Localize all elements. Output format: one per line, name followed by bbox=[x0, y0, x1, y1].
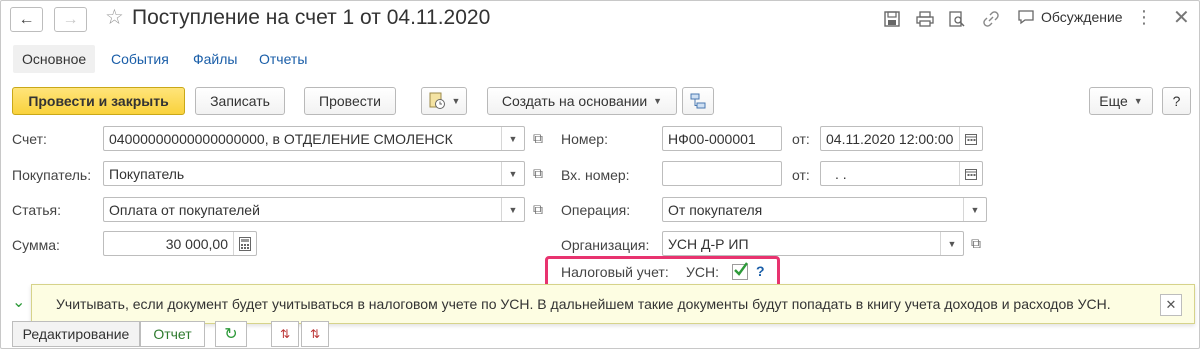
in-date-value: . . bbox=[835, 165, 847, 182]
account-value: 04000000000000000000, в ОТДЕЛЕНИЕ СМОЛЕН… bbox=[109, 130, 453, 147]
post-and-close-button[interactable]: Провести и закрыть bbox=[12, 87, 185, 115]
chevron-down-icon[interactable]: ▼ bbox=[940, 232, 963, 255]
in-date-field[interactable]: . . bbox=[820, 161, 983, 186]
edit-button[interactable]: Редактирование bbox=[12, 321, 140, 347]
chevron-down-icon[interactable]: ▼ bbox=[501, 198, 524, 221]
page-title: Поступление на счет 1 от 04.11.2020 bbox=[132, 6, 491, 29]
article-value: Оплата от покупателей bbox=[109, 201, 260, 218]
sum-label: Сумма: bbox=[12, 237, 60, 253]
chevron-down-icon[interactable]: ▼ bbox=[501, 127, 524, 150]
chevron-down-icon: ▼ bbox=[451, 96, 461, 106]
refresh-button[interactable]: ↻ bbox=[215, 321, 247, 347]
operation-value: От покупателя bbox=[668, 201, 763, 218]
chevron-down-icon[interactable]: ▼ bbox=[501, 162, 524, 185]
calculator-icon[interactable] bbox=[233, 232, 256, 255]
favorite-star-icon[interactable]: ☆ bbox=[105, 5, 124, 30]
link-icon[interactable] bbox=[980, 8, 1002, 30]
discussion-button[interactable]: Обсуждение bbox=[1017, 9, 1123, 25]
arrow-right-icon: → bbox=[62, 10, 79, 28]
sort-asc-button[interactable]: ⇅ bbox=[271, 321, 299, 347]
chevron-down-icon: ▼ bbox=[1133, 96, 1143, 106]
number-field[interactable]: НФ00-000001 bbox=[662, 126, 782, 151]
more-label: Еще bbox=[1099, 93, 1128, 109]
tab-reports[interactable]: Отчеты bbox=[250, 45, 316, 73]
sum-field[interactable]: 30 000,00 bbox=[103, 231, 257, 256]
forward-button[interactable]: → bbox=[54, 7, 87, 32]
open-article-icon[interactable]: ⧉ bbox=[528, 197, 548, 222]
back-button[interactable]: ← bbox=[10, 7, 43, 32]
arrow-left-icon: ← bbox=[18, 10, 35, 28]
sort-desc-icon: ⇅ bbox=[309, 327, 321, 341]
document-window: ← → ☆ Поступление на счет 1 от 04.11.202… bbox=[0, 0, 1200, 349]
organization-value: УСН Д-Р ИП bbox=[668, 235, 749, 252]
more-menu-icon[interactable]: ⋮ bbox=[1135, 7, 1154, 28]
tab-events[interactable]: События bbox=[102, 45, 178, 73]
tab-main[interactable]: Основное bbox=[13, 45, 96, 73]
open-buyer-icon[interactable]: ⧉ bbox=[528, 161, 548, 186]
number-value: НФ00-000001 bbox=[668, 130, 756, 147]
in-number-field[interactable] bbox=[662, 161, 782, 186]
close-tooltip-icon[interactable]: ✕ bbox=[1160, 294, 1182, 316]
close-window-icon[interactable]: ✕ bbox=[1173, 5, 1190, 30]
tab-files[interactable]: Файлы bbox=[184, 45, 246, 73]
date-field[interactable]: 04.11.2020 12:00:00 bbox=[820, 126, 983, 151]
calendar-icon[interactable] bbox=[959, 162, 982, 185]
post-button[interactable]: Провести bbox=[304, 87, 396, 115]
date-label: от: bbox=[792, 131, 810, 147]
article-label: Статья: bbox=[12, 202, 62, 218]
structure-button[interactable] bbox=[682, 87, 714, 115]
usn-tooltip: Учитывать, если документ будет учитывать… bbox=[31, 284, 1195, 324]
document-structure-icon bbox=[690, 93, 706, 109]
chat-icon bbox=[1018, 10, 1034, 25]
open-organization-icon[interactable]: ⧉ bbox=[966, 231, 986, 256]
create-based-on-button[interactable]: Создать на основании ▼ bbox=[487, 87, 677, 115]
save-button[interactable]: Записать bbox=[195, 87, 285, 115]
in-date-label: от: bbox=[792, 167, 810, 183]
document-clock-icon bbox=[429, 92, 445, 109]
chevron-down-icon: ▼ bbox=[653, 96, 663, 106]
account-field[interactable]: 04000000000000000000, в ОТДЕЛЕНИЕ СМОЛЕН… bbox=[103, 126, 525, 151]
tooltip-text: Учитывать, если документ будет учитывать… bbox=[56, 296, 1111, 312]
date-value: 04.11.2020 12:00:00 bbox=[826, 130, 954, 147]
attachment-menu-button[interactable]: ▼ bbox=[421, 87, 467, 115]
save-disk-icon[interactable] bbox=[881, 8, 903, 30]
create-based-label: Создать на основании bbox=[501, 93, 648, 109]
open-account-icon[interactable]: ⧉ bbox=[528, 126, 548, 151]
account-label: Счет: bbox=[12, 131, 47, 147]
sort-icon: ⇅ bbox=[279, 327, 291, 341]
group-chevron-icon[interactable]: ⌄ bbox=[12, 292, 25, 312]
preview-icon[interactable] bbox=[946, 8, 968, 30]
operation-field[interactable]: От покупателя ▼ bbox=[662, 197, 987, 222]
refresh-icon: ↻ bbox=[224, 326, 238, 343]
report-button[interactable]: Отчет bbox=[140, 321, 205, 347]
organization-field[interactable]: УСН Д-Р ИП ▼ bbox=[662, 231, 964, 256]
article-field[interactable]: Оплата от покупателей ▼ bbox=[103, 197, 525, 222]
help-button[interactable]: ? bbox=[1162, 87, 1191, 115]
organization-label: Организация: bbox=[561, 237, 650, 253]
operation-label: Операция: bbox=[561, 202, 631, 218]
sum-value: 30 000,00 bbox=[165, 235, 228, 252]
discussion-label: Обсуждение bbox=[1041, 9, 1123, 25]
chevron-down-icon[interactable]: ▼ bbox=[963, 198, 986, 221]
number-label: Номер: bbox=[561, 131, 608, 147]
buyer-field[interactable]: Покупатель ▼ bbox=[103, 161, 525, 186]
in-number-label: Вх. номер: bbox=[561, 167, 630, 183]
buyer-label: Покупатель: bbox=[12, 167, 92, 183]
buyer-value: Покупатель bbox=[109, 165, 185, 182]
print-icon[interactable] bbox=[914, 8, 936, 30]
sort-desc-button[interactable]: ⇅ bbox=[301, 321, 329, 347]
calendar-icon[interactable] bbox=[959, 127, 982, 150]
more-button[interactable]: Еще ▼ bbox=[1089, 87, 1153, 115]
